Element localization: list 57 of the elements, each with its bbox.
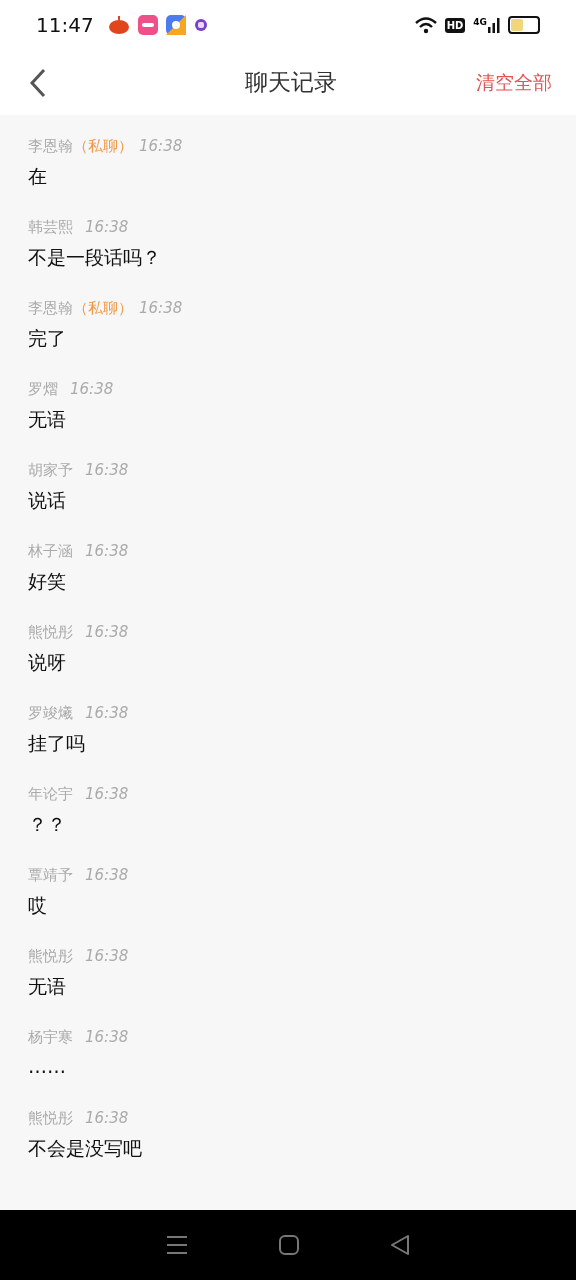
message-time: 16:38: [139, 137, 183, 155]
message-time: 16:38: [139, 299, 183, 317]
message-text: 哎: [28, 893, 48, 918]
message-time: 16:38: [70, 380, 114, 398]
sender-name: 罗竣爔: [28, 704, 73, 723]
network-type: 4G: [473, 17, 487, 27]
message-text: 在: [28, 164, 48, 189]
message-text: 完了: [28, 326, 67, 351]
clear-all-button[interactable]: 清空全部: [476, 69, 552, 96]
message-time: 16:38: [85, 785, 129, 803]
sender-name: 覃靖予: [28, 866, 73, 885]
message-text: 好笑: [28, 569, 67, 594]
message-time: 16:38: [85, 542, 129, 560]
lantern-app-icon: [107, 15, 130, 35]
sender-name: 胡家予: [28, 461, 73, 480]
back-icon[interactable]: [30, 67, 46, 98]
menu-icon[interactable]: [165, 1235, 188, 1255]
private-tag: （私聊）: [73, 137, 133, 156]
message-time: 16:38: [85, 1109, 129, 1127]
message-text: 说呀: [28, 650, 67, 675]
page-title: 聊天记录: [245, 68, 337, 97]
message-time: 16:38: [85, 218, 129, 236]
sender-name: 李恩翰: [28, 137, 73, 156]
message-text: 无语: [28, 974, 67, 999]
sender-name: 林子涵: [28, 542, 73, 561]
wifi-icon: [414, 16, 437, 34]
sender-name: 熊悦彤: [28, 1109, 73, 1128]
app-icon: [137, 15, 158, 35]
message-time: 16:38: [85, 947, 129, 965]
sender-name: 熊悦彤: [28, 947, 73, 966]
message-time: 16:38: [85, 704, 129, 722]
sender-name: 罗熠: [28, 380, 58, 399]
app-icon: [165, 15, 186, 35]
sender-name: 韩芸熙: [28, 218, 73, 237]
home-icon[interactable]: [279, 1235, 299, 1255]
message-text: 说话: [28, 488, 67, 513]
battery-icon: [508, 16, 540, 34]
message-time: 16:38: [85, 623, 129, 641]
signal-icon: [488, 17, 500, 33]
message-time: 16:38: [85, 866, 129, 884]
status-time: 11:47: [36, 13, 94, 37]
message-text: 不是一段话吗？: [28, 245, 162, 270]
sender-name: 杨宇寒: [28, 1028, 73, 1047]
sender-name: 年论宇: [28, 785, 73, 804]
sender-name: 熊悦彤: [28, 623, 73, 642]
message-text: 不会是没写吧: [28, 1136, 143, 1161]
hd-badge: HD: [444, 17, 466, 33]
message-text: ……: [28, 1055, 67, 1077]
sender-name: 李恩翰: [28, 299, 73, 318]
message-time: 16:38: [85, 1028, 129, 1046]
message-text: 挂了吗: [28, 731, 86, 756]
back-triangle-icon[interactable]: [390, 1234, 411, 1256]
message-text: ？？: [28, 812, 67, 837]
message-text: 无语: [28, 407, 67, 432]
private-tag: （私聊）: [73, 299, 133, 318]
message-time: 16:38: [85, 461, 129, 479]
app-icon: [193, 18, 208, 32]
